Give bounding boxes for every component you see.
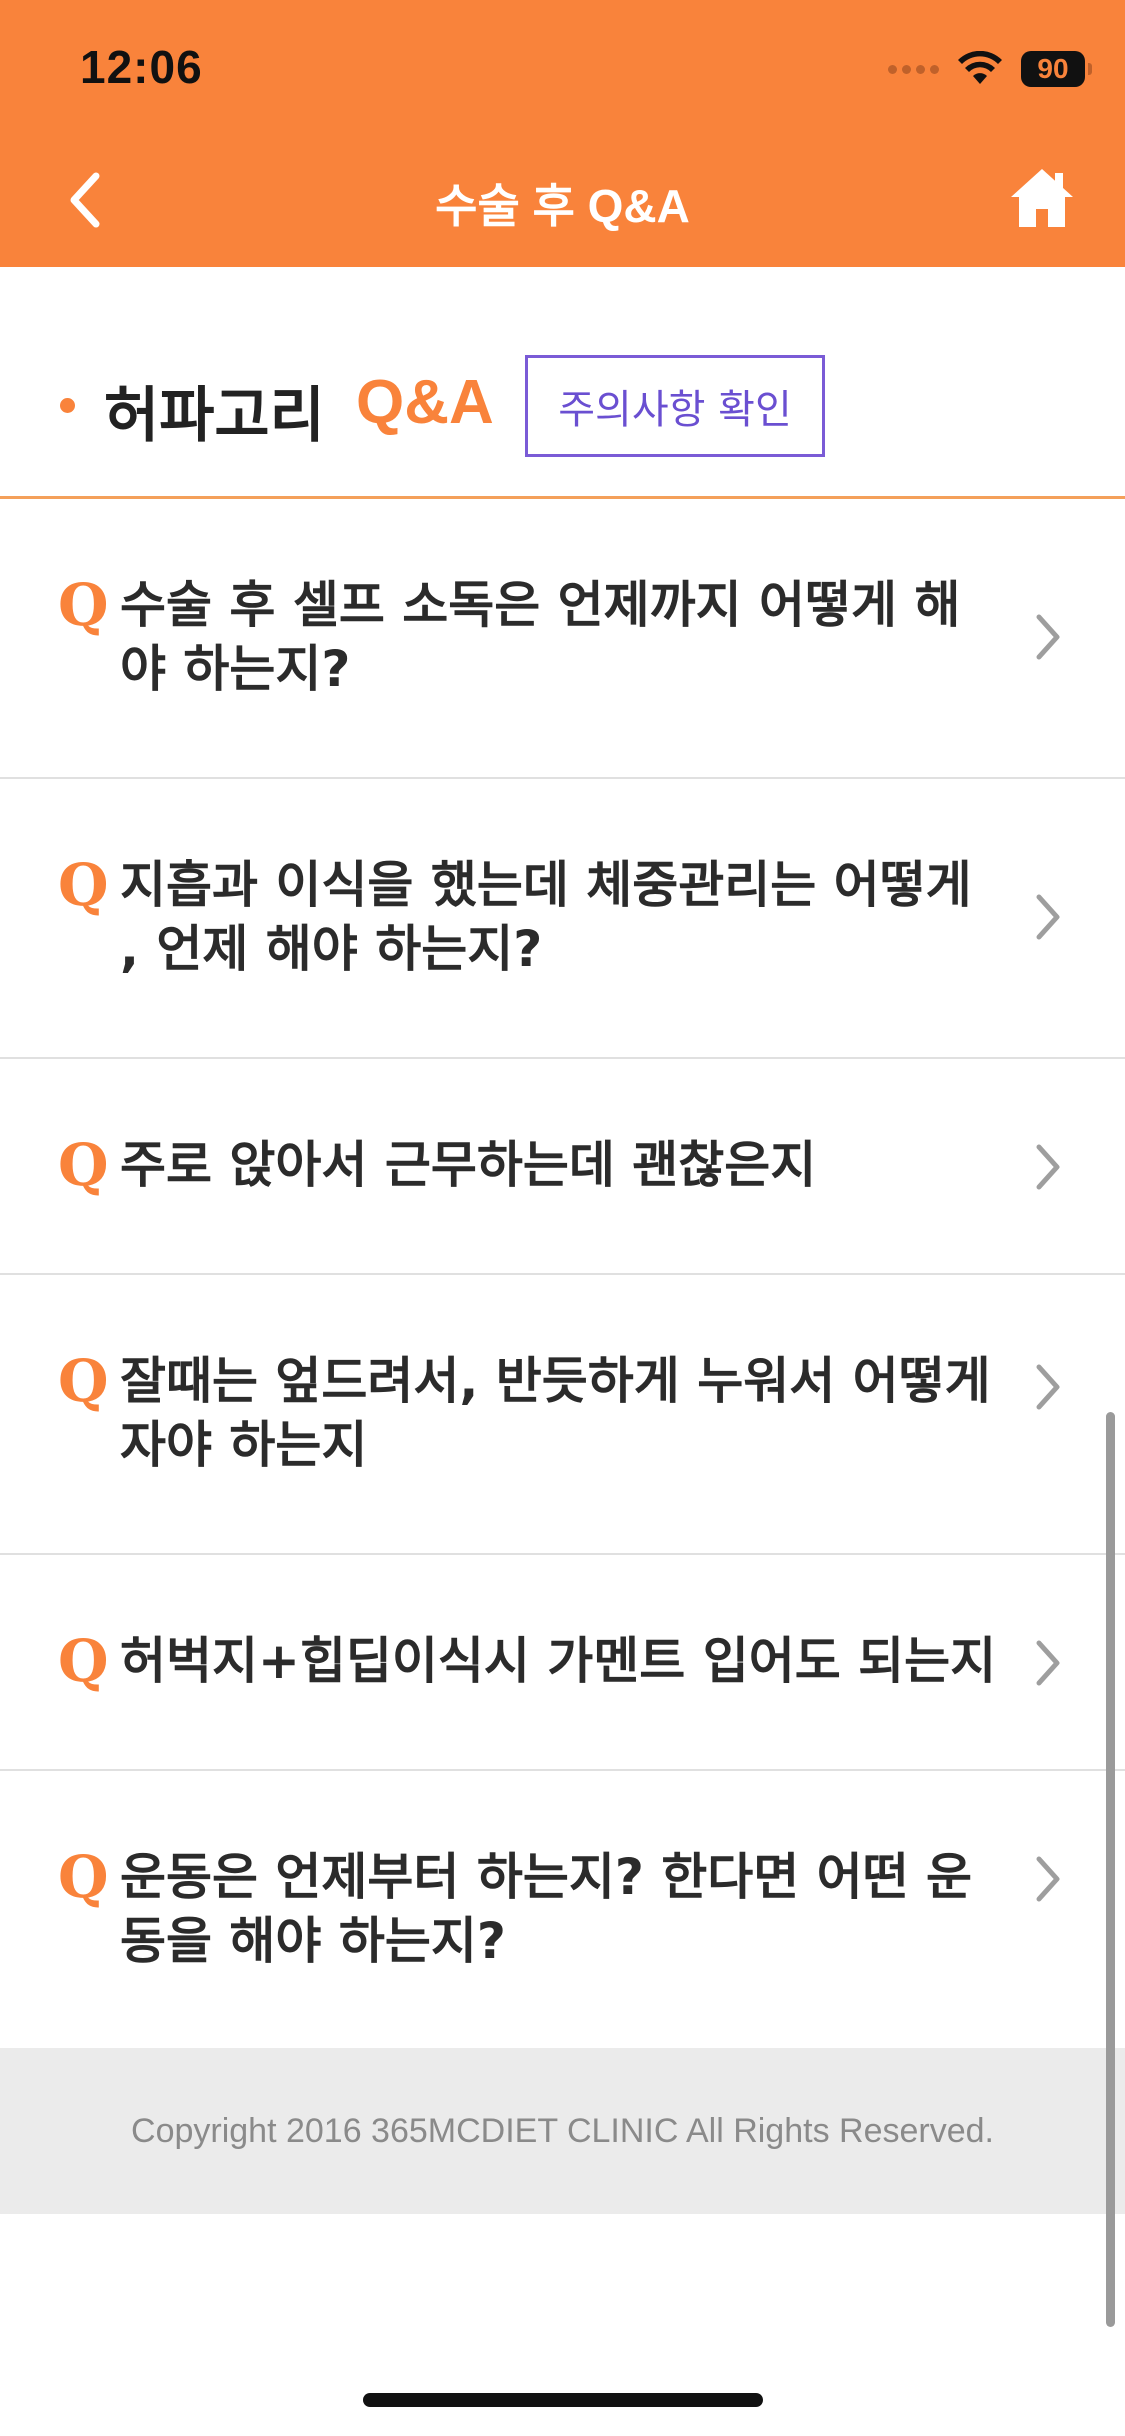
- status-time: 12:06: [80, 41, 203, 93]
- home-indicator[interactable]: [363, 2393, 763, 2407]
- list-item[interactable]: Q 운동은 언제부터 하는지? 한다면 어떤 운동을 해야 하는지?: [0, 1771, 1125, 2051]
- question-text: 수술 후 셀프 소독은 언제까지 어떻게 해야 하는지?: [120, 576, 961, 698]
- status-icons: 90: [888, 44, 1092, 94]
- bullet-icon: [60, 398, 75, 413]
- scrollbar[interactable]: [1106, 1412, 1115, 2327]
- footer: Copyright 2016 365MCDIET CLINIC All Righ…: [0, 2048, 1125, 2214]
- q-icon: Q: [58, 1843, 109, 1911]
- question-text: 지흡과 이식을 했는데 체중관리는 어떻게 , 언제 해야 하는지?: [120, 856, 972, 978]
- chevron-right-icon: [1036, 1640, 1060, 1686]
- section-name: 허파고리: [104, 381, 325, 451]
- list-item[interactable]: Q 허벅지+힙딥이식시 가멘트 입어도 되는지: [0, 1555, 1125, 1771]
- cellular-signal-icon: [888, 64, 939, 74]
- question-text: 주로 앉아서 근무하는데 괜찮은지: [120, 1136, 817, 1194]
- list-item[interactable]: Q 지흡과 이식을 했는데 체중관리는 어떻게 , 언제 해야 하는지?: [0, 779, 1125, 1059]
- list-item[interactable]: Q 수술 후 셀프 소독은 언제까지 어떻게 해야 하는지?: [0, 499, 1125, 779]
- chevron-right-icon: [1036, 1856, 1060, 1902]
- page-title: 수술 후 Q&A: [435, 180, 690, 232]
- question-text: 잘때는 엎드려서, 반듯하게 누워서 어떻게 자야 하는지: [120, 1352, 991, 1474]
- q-icon: Q: [58, 1347, 109, 1415]
- q-icon: Q: [58, 571, 109, 639]
- q-icon: Q: [58, 851, 109, 919]
- chevron-right-icon: [1036, 1364, 1060, 1410]
- wifi-icon: [958, 51, 1002, 84]
- list-item[interactable]: Q 주로 앉아서 근무하는데 괜찮은지: [0, 1059, 1125, 1275]
- copyright-text: Copyright 2016 365MCDIET CLINIC All Righ…: [131, 2111, 994, 2150]
- q-icon: Q: [58, 1131, 109, 1199]
- home-icon[interactable]: [1009, 165, 1075, 231]
- question-text: 허벅지+힙딥이식시 가멘트 입어도 되는지: [120, 1632, 997, 1690]
- app-header: 12:06 90 수술 후 Q&A: [0, 0, 1125, 267]
- q-icon: Q: [58, 1627, 109, 1695]
- section-header: 허파고리 Q&A 주의사항 확인: [0, 267, 1125, 499]
- chevron-right-icon: [1036, 894, 1060, 940]
- chevron-right-icon: [1036, 614, 1060, 660]
- question-text: 운동은 언제부터 하는지? 한다면 어떤 운동을 해야 하는지?: [120, 1848, 973, 1970]
- battery-icon: 90: [1021, 51, 1092, 87]
- chevron-right-icon: [1036, 1144, 1060, 1190]
- list-item[interactable]: Q 잘때는 엎드려서, 반듯하게 누워서 어떻게 자야 하는지: [0, 1275, 1125, 1555]
- notice-button[interactable]: 주의사항 확인: [525, 355, 825, 457]
- qa-list: Q 수술 후 셀프 소독은 언제까지 어떻게 해야 하는지? Q 지흡과 이식을…: [0, 499, 1125, 2051]
- section-qa-label: Q&A: [356, 368, 494, 437]
